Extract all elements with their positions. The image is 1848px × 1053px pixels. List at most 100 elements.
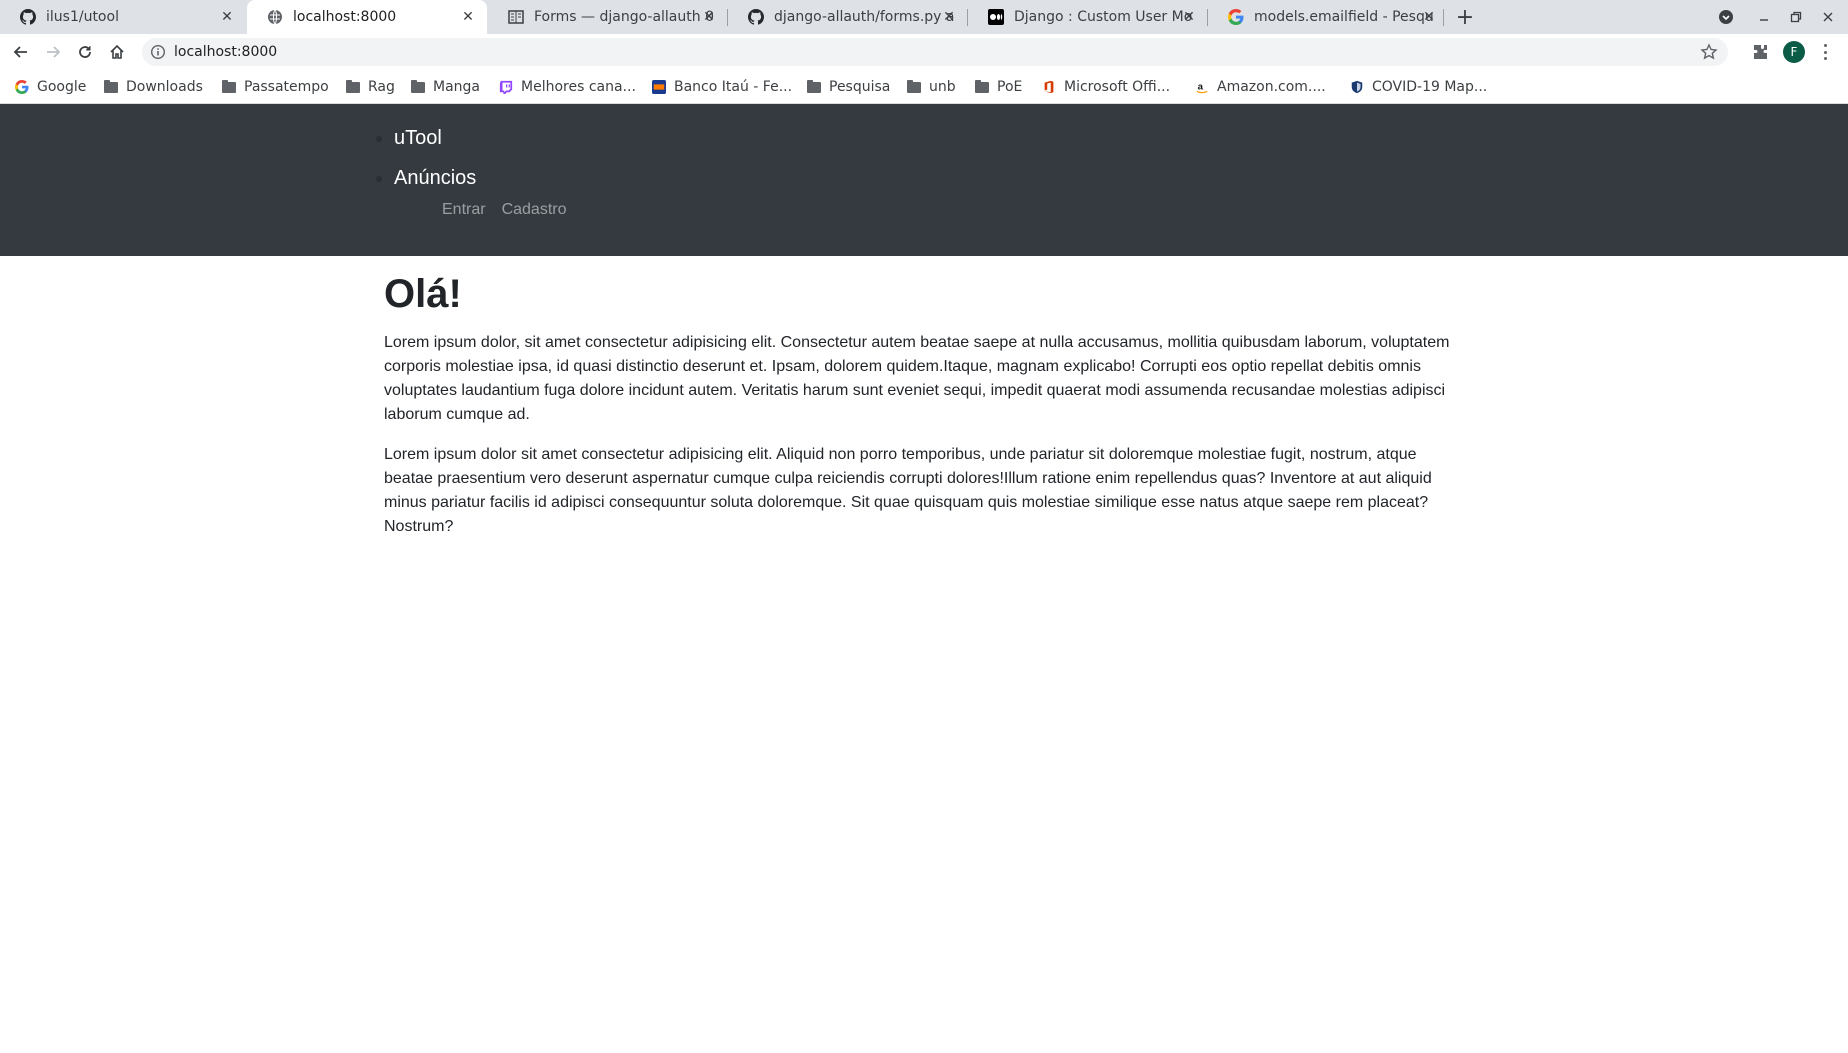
bookmark-microsoft-office[interactable]: Microsoft Offi... [1041, 70, 1170, 104]
tab-django-custom-user[interactable]: Django : Custom User Mo ✕ [968, 0, 1208, 34]
minimize-icon[interactable] [1752, 5, 1776, 29]
bookmark-unb[interactable]: unb [906, 70, 956, 104]
profile-avatar[interactable]: F [1783, 41, 1805, 63]
tab-label: ilus1/utool [46, 9, 119, 25]
close-icon[interactable]: ✕ [940, 8, 958, 26]
close-icon[interactable]: ✕ [700, 8, 718, 26]
tab-allauth-forms-py[interactable]: django-allauth/forms.py a ✕ [728, 0, 968, 34]
bookmark-label: Microsoft Offi... [1064, 79, 1171, 95]
bookmark-banco-itau[interactable]: Banco Itaú - Fe... [651, 70, 792, 104]
nav-link-anuncios[interactable]: Anúncios [394, 167, 476, 189]
folder-icon [974, 79, 990, 95]
bookmark-label: Manga [433, 79, 480, 95]
office-icon [1041, 79, 1057, 95]
close-icon[interactable]: ✕ [1180, 8, 1198, 26]
url-text: localhost:8000 [174, 44, 278, 60]
restore-icon[interactable] [1784, 5, 1808, 29]
bookmark-label: Rag [368, 79, 395, 95]
nav-item-anuncios: Anúncios [394, 158, 476, 198]
browser-toolbar: localhost:8000 F [0, 34, 1848, 70]
github-icon [748, 9, 764, 25]
tab-label: localhost:8000 [293, 9, 397, 25]
brand-link[interactable]: uTool [394, 127, 442, 149]
intro-paragraph: Lorem ipsum dolor, sit amet consectetur … [384, 334, 1450, 423]
tab-divider [727, 9, 728, 26]
bookmark-amazon[interactable]: a Amazon.com.... [1194, 70, 1326, 104]
folder-icon [806, 79, 822, 95]
bookmark-label: Amazon.com.... [1217, 79, 1326, 95]
info-icon[interactable] [150, 44, 166, 60]
tab-strip: ilus1/utool ✕ localhost:8000 ✕ Forms — d… [0, 0, 1848, 34]
second-paragraph: Lorem ipsum dolor sit amet consectetur a… [384, 446, 1432, 535]
tab-label: django-allauth/forms.py a [774, 9, 955, 25]
folder-icon [906, 79, 922, 95]
back-icon[interactable] [8, 39, 34, 65]
auth-links: Entrar Cadastro [442, 201, 567, 219]
page-title: Olá! [384, 272, 462, 316]
twitch-icon [498, 79, 514, 95]
bookmark-label: PoE [997, 79, 1023, 95]
bookmark-label: Passatempo [244, 79, 329, 95]
tab-ilus1-utool[interactable]: ilus1/utool ✕ [0, 0, 246, 34]
folder-icon [221, 79, 237, 95]
star-icon[interactable] [1700, 43, 1718, 61]
tab-label: models.emailfield - Pesqu [1254, 9, 1434, 25]
tab-divider [1443, 9, 1444, 26]
bookmark-label: unb [929, 79, 956, 95]
forward-icon[interactable] [40, 39, 66, 65]
tab-label: Django : Custom User Mo [1014, 9, 1193, 25]
folder-icon [103, 79, 119, 95]
close-icon[interactable]: ✕ [1420, 8, 1438, 26]
folder-icon [345, 79, 361, 95]
folder-icon [410, 79, 426, 95]
bookmark-label: Google [37, 79, 87, 95]
signup-link[interactable]: Cadastro [502, 201, 567, 219]
document-icon [508, 9, 524, 25]
bookmark-melhores-canais[interactable]: Melhores cana... [498, 70, 636, 104]
bookmark-covid-map[interactable]: COVID-19 Map... [1349, 70, 1487, 104]
github-icon [20, 9, 36, 25]
bookmark-poe[interactable]: PoE [974, 70, 1022, 104]
svg-text:a: a [1198, 82, 1204, 93]
site-navbar: uTool Anúncios Entrar Cadastro [0, 104, 1848, 256]
globe-icon [267, 9, 283, 25]
tab-localhost[interactable]: localhost:8000 ✕ [247, 0, 487, 34]
main-content: Olá! Lorem ipsum dolor, sit amet consect… [384, 256, 1454, 539]
shield-icon [1349, 79, 1365, 95]
google-icon [1228, 9, 1244, 25]
bookmark-pesquisa[interactable]: Pesquisa [806, 70, 890, 104]
nav-brand-item: uTool [394, 118, 476, 158]
google-icon [14, 79, 30, 95]
bookmark-label: Banco Itaú - Fe... [674, 79, 793, 95]
login-link[interactable]: Entrar [442, 201, 486, 219]
bookmark-label: COVID-19 Map... [1372, 79, 1488, 95]
tab-divider [967, 9, 968, 26]
bookmark-label: Melhores cana... [521, 79, 636, 95]
reload-icon[interactable] [72, 39, 98, 65]
new-tab-button[interactable]: + [1451, 4, 1479, 30]
bookmark-passatempo[interactable]: Passatempo [221, 70, 329, 104]
address-bar[interactable]: localhost:8000 [142, 38, 1728, 66]
bookmark-rag[interactable]: Rag [345, 70, 395, 104]
medium-icon [988, 9, 1004, 25]
bookmark-manga[interactable]: Manga [410, 70, 480, 104]
bookmark-label: Downloads [126, 79, 203, 95]
bookmark-label: Pesquisa [829, 79, 891, 95]
close-icon[interactable]: ✕ [218, 8, 236, 26]
close-icon[interactable]: ✕ [459, 8, 477, 26]
browser-chrome: ilus1/utool ✕ localhost:8000 ✕ Forms — d… [0, 0, 1848, 104]
bookmark-downloads[interactable]: Downloads [103, 70, 203, 104]
tab-google-search[interactable]: models.emailfield - Pesqu ✕ [1208, 0, 1448, 34]
more-menu-icon[interactable] [1818, 42, 1832, 62]
tab-forms-allauth[interactable]: Forms — django-allauth 0 ✕ [488, 0, 728, 34]
close-window-icon[interactable] [1816, 5, 1840, 29]
tab-label: Forms — django-allauth 0 [534, 9, 714, 25]
nav-list: uTool Anúncios [394, 118, 476, 198]
amazon-icon: a [1194, 79, 1210, 95]
bookmark-google[interactable]: Google [14, 70, 86, 104]
extensions-icon[interactable] [1750, 42, 1770, 62]
tab-search-icon[interactable] [1714, 5, 1738, 29]
tab-divider [1207, 9, 1208, 26]
bookmarks-bar: Google Downloads Passatempo Rag Manga Me… [0, 70, 1848, 104]
home-icon[interactable] [104, 39, 130, 65]
